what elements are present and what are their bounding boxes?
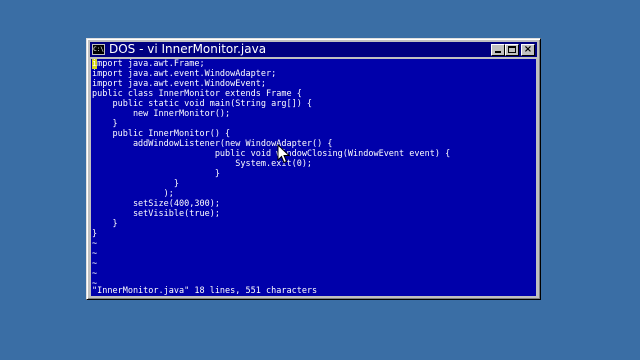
- dos-console-icon[interactable]: C:\: [92, 44, 105, 55]
- code-line: setSize(400,300);: [92, 199, 220, 209]
- code-line: setVisible(true);: [92, 209, 220, 219]
- code-line: addWindowListener(new WindowAdapter() {: [92, 139, 333, 149]
- window-title: DOS - vi InnerMonitor.java: [109, 42, 267, 56]
- mouse-pointer-icon: [277, 144, 291, 164]
- minimize-icon: [495, 50, 501, 53]
- empty-line-tilde: ~: [92, 259, 98, 269]
- minimize-button[interactable]: [491, 43, 505, 56]
- maximize-button[interactable]: [505, 43, 519, 56]
- status-line: "InnerMonitor.java" 18 lines, 551 charac…: [92, 286, 318, 296]
- code-line: import java.awt.event.WindowAdapter;: [92, 69, 277, 79]
- console-area[interactable]: import java.awt.Frame; import java.awt.e…: [91, 59, 536, 296]
- empty-line-tilde: ~: [92, 239, 98, 249]
- code-line: }: [92, 179, 179, 189]
- code-line: }: [92, 229, 98, 239]
- code-line: }: [92, 119, 118, 129]
- code-line: import java.awt.event.WindowEvent;: [92, 79, 266, 89]
- desktop: C:\ DOS - vi InnerMonitor.java × import …: [0, 0, 640, 360]
- code-line: import java.awt.Frame;: [92, 59, 205, 69]
- code-line: public class InnerMonitor extends Frame …: [92, 89, 302, 99]
- close-icon: ×: [523, 43, 533, 55]
- code-line: );: [92, 189, 174, 199]
- code-line: public InnerMonitor() {: [92, 129, 231, 139]
- code-line: public void windowClosing(WindowEvent ev…: [92, 149, 451, 159]
- maximize-icon: [508, 46, 516, 53]
- code-line: public static void main(String arg[]) {: [92, 99, 313, 109]
- code-line: }: [92, 169, 220, 179]
- dos-window[interactable]: C:\ DOS - vi InnerMonitor.java × import …: [86, 38, 541, 300]
- title-bar[interactable]: C:\ DOS - vi InnerMonitor.java ×: [90, 42, 537, 57]
- caption-buttons: ×: [491, 43, 535, 56]
- empty-line-tilde: ~: [92, 249, 98, 259]
- close-button[interactable]: ×: [521, 43, 535, 56]
- code-line: }: [92, 219, 118, 229]
- code-line: new InnerMonitor();: [92, 109, 231, 119]
- empty-line-tilde: ~: [92, 269, 98, 279]
